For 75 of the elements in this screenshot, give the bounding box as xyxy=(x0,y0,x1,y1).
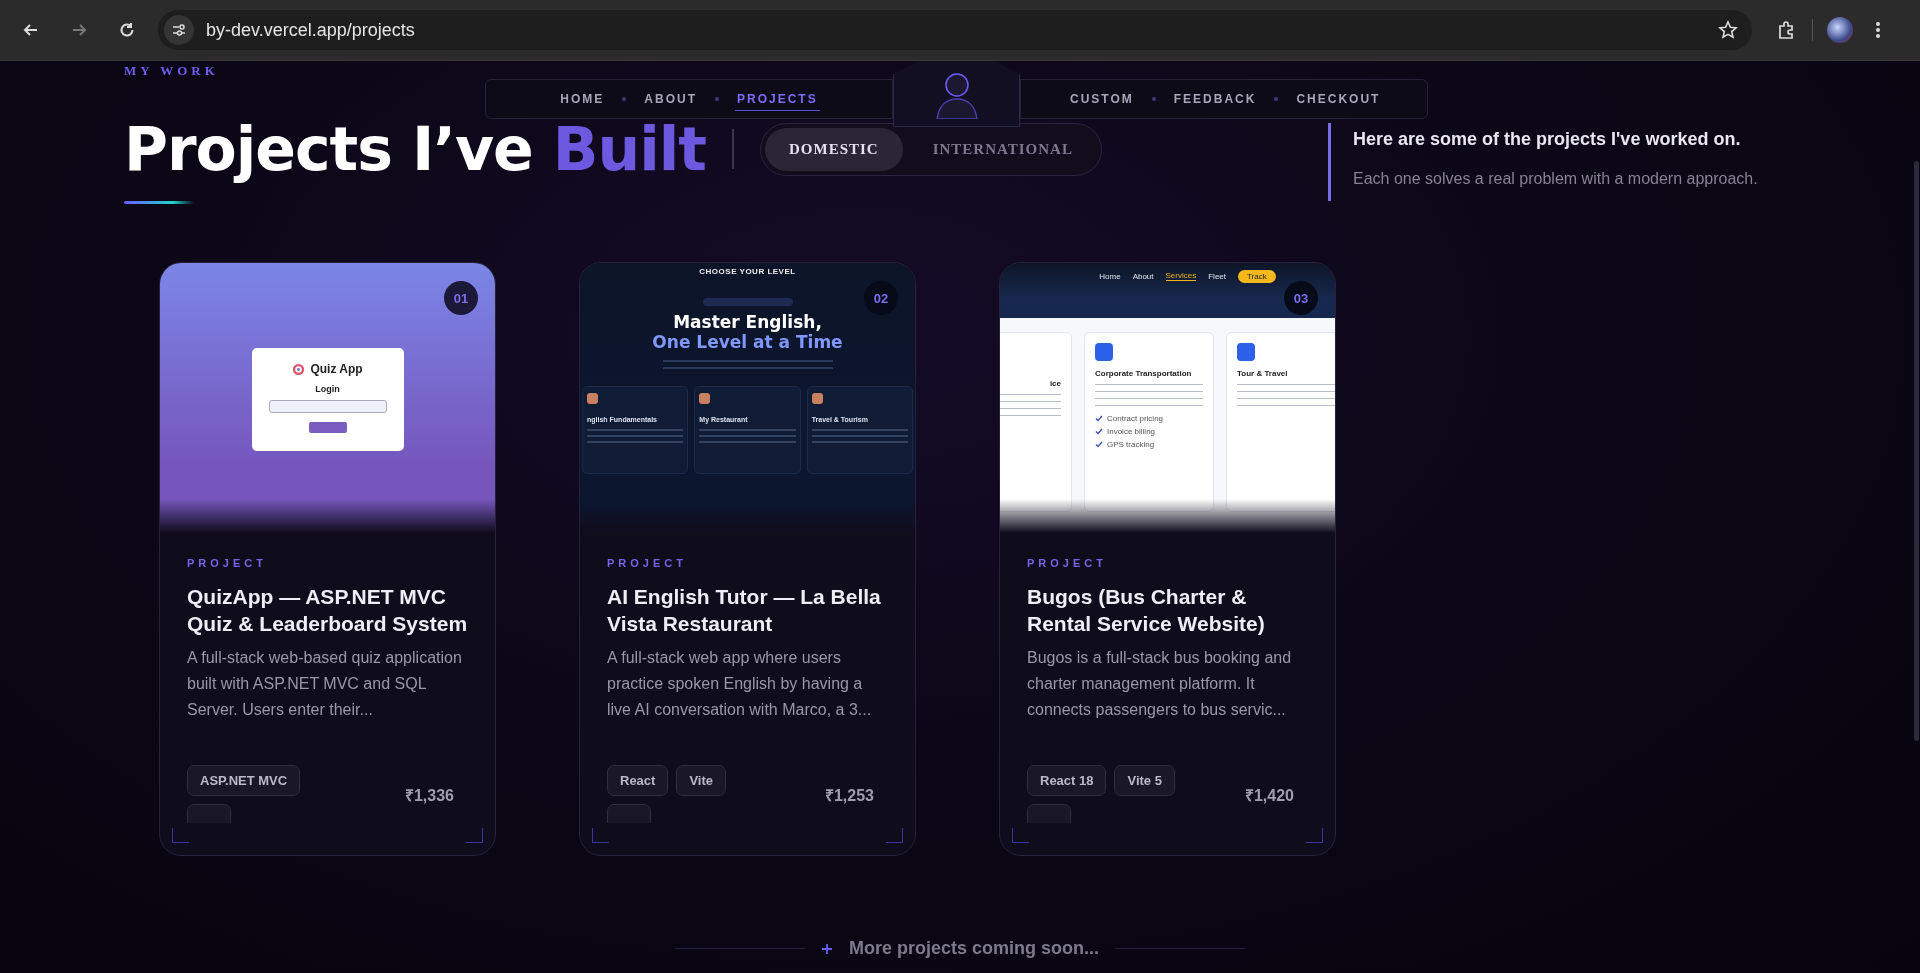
bookmark-star-icon[interactable] xyxy=(1718,20,1738,40)
address-bar[interactable]: by-dev.vercel.app/projects xyxy=(158,10,1752,50)
menu-icon[interactable] xyxy=(1875,20,1881,40)
intro-headline: Here are some of the projects I've worked on. xyxy=(1353,129,1742,150)
project-title: Bugos (Bus Charter & Rental Service Website) xyxy=(1027,584,1266,637)
title-underline xyxy=(124,201,194,204)
project-title: AI English Tutor — La Bella Vista Restaurant xyxy=(607,584,882,637)
project-price: ₹1,336 xyxy=(404,786,454,806)
preview-nav-link: About xyxy=(1132,271,1154,281)
coming-soon-note: More projects coming soon... xyxy=(849,938,1099,959)
corner-bracket xyxy=(172,828,189,843)
service-icon xyxy=(1095,343,1113,361)
preview-nav-link: Home xyxy=(1099,271,1121,281)
nav-link[interactable]: FEEDBACK xyxy=(1171,88,1259,110)
login-heading: Login xyxy=(315,384,340,394)
feature-item: Contract pricing xyxy=(1107,414,1164,423)
level-icon xyxy=(699,393,711,404)
preview-eyebrow: CHOOSE YOUR LEVEL xyxy=(699,267,796,276)
project-card[interactable] xyxy=(999,262,1336,856)
intro-subline: Each one solves a real problem with a modern approach. xyxy=(1353,170,1758,188)
service-title: Tour & Travel xyxy=(1237,369,1289,378)
site-info-icon[interactable] xyxy=(164,15,194,45)
preview-nav-link: Services xyxy=(1165,271,1197,281)
section-eyebrow: MY WORK xyxy=(124,63,220,79)
level-icon xyxy=(587,393,598,404)
corner-bracket xyxy=(886,828,903,843)
corner-bracket xyxy=(592,828,609,843)
filter-tab[interactable]: INTERNATIONAL xyxy=(908,127,1097,171)
preview-headline: One Level at a Time xyxy=(652,332,843,352)
nav-link[interactable]: CHECKOUT xyxy=(1294,88,1383,110)
project-price: ₹1,420 xyxy=(1244,786,1294,806)
track-button: Track xyxy=(1238,269,1276,283)
filter-tab[interactable]: DOMESTIC xyxy=(765,127,903,171)
preview-headline: Master English, xyxy=(673,312,822,332)
tech-tag: React xyxy=(607,765,669,796)
tech-tag: ASP.NET MVC xyxy=(187,765,301,796)
project-description: Bugos is a full-stack bus booking and charter management platform. It connects passengers to bus servic... xyxy=(1027,648,1293,720)
nav-link[interactable]: ABOUT xyxy=(642,88,699,110)
service-icon xyxy=(1237,343,1255,361)
service-title: Corporate Transportation xyxy=(1095,369,1193,378)
project-price: ₹1,253 xyxy=(824,786,874,806)
feature-item: Invoice billing xyxy=(1107,427,1156,436)
feature-item: GPS tracking xyxy=(1107,440,1155,449)
project-title: QuizApp — ASP.NET MVC Quiz & Leaderboard System xyxy=(187,584,468,637)
app-title: Quiz App xyxy=(310,362,363,376)
service-title: ice xyxy=(1048,379,1061,388)
profile-avatar[interactable] xyxy=(1827,17,1853,43)
corner-bracket xyxy=(466,828,483,843)
level-icon xyxy=(811,393,823,404)
nav-link[interactable]: CUSTOM xyxy=(1068,88,1136,110)
project-category: PROJECT xyxy=(187,557,268,569)
scrollbar[interactable] xyxy=(1914,161,1919,741)
plus-icon xyxy=(821,942,833,955)
nav-link[interactable]: PROJECTS xyxy=(735,87,820,111)
project-number: 01 xyxy=(444,281,478,315)
project-card[interactable] xyxy=(579,262,916,856)
preview-nav-link: Fleet xyxy=(1208,271,1226,281)
corner-bracket xyxy=(1012,828,1029,843)
url-text: by-dev.vercel.app/projects xyxy=(206,19,416,41)
project-number: 03 xyxy=(1284,281,1318,315)
tech-tag: Vite 5 xyxy=(1114,765,1175,796)
nav-link[interactable]: HOME xyxy=(558,88,607,110)
reload-icon xyxy=(118,21,136,39)
project-category: PROJECT xyxy=(1027,557,1108,569)
corner-bracket xyxy=(1306,828,1323,843)
project-description: A full-stack web-based quiz application built with ASP.NET MVC and SQL Server. Users enter their... xyxy=(187,648,463,720)
project-number: 02 xyxy=(864,281,898,315)
target-icon xyxy=(292,362,306,376)
page-title: Projects I’ve Built xyxy=(124,113,706,185)
project-card[interactable]: Quiz App Login 01 PROJECT QuizApp — ASP.NET MVC Quiz & Leaderboard System A full-stack web-based quiz application built with ASP.NET MVC and SQL Server. Users enter their... ASP.NET MVC ₹1,336 xyxy=(159,262,496,856)
project-category: PROJECT xyxy=(607,557,688,569)
tech-tag: React 18 xyxy=(1027,765,1107,796)
project-description: A full-stack web app where users practice spoken English by having a live AI conversation with Marco, a 3... xyxy=(607,648,873,720)
tech-tag: Vite xyxy=(676,765,727,796)
start-button xyxy=(308,422,347,433)
